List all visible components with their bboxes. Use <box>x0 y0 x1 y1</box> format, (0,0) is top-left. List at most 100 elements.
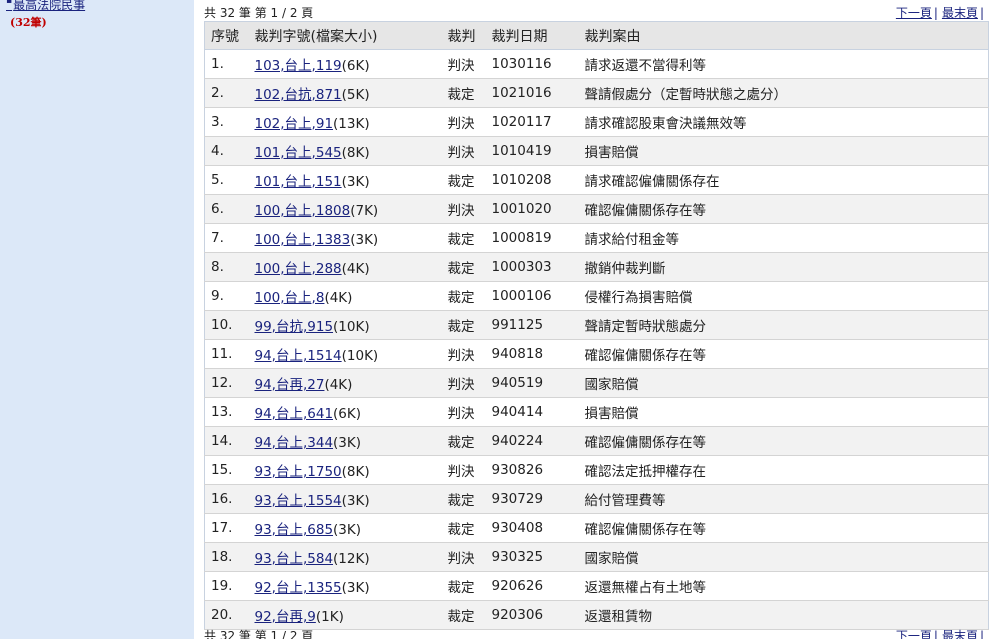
table-row: 1. 103,台上,119(6K) 判決 1030116 請求返還不當得利等 <box>204 49 989 79</box>
case-cell: 100,台上,1383(3K) <box>248 223 442 253</box>
row-number: 16. <box>204 484 249 514</box>
file-size: (1K) <box>315 609 344 625</box>
header-no: 序號 <box>204 21 249 50</box>
case-number-link[interactable]: 93,台上,1554 <box>255 493 342 509</box>
case-cell: 94,台上,1514(10K) <box>248 339 442 369</box>
case-number-link[interactable]: 101,台上,151 <box>255 174 342 190</box>
judgment-type: 判決 <box>441 397 486 427</box>
judgment-type: 裁定 <box>441 165 486 195</box>
case-number-link[interactable]: 103,台上,119 <box>255 58 342 74</box>
case-number-link[interactable]: 93,台上,685 <box>255 522 334 538</box>
table-row: 10. 99,台抗,915(10K) 裁定 991125 聲請定暫時狀態處分 <box>204 310 989 340</box>
next-page-link[interactable]: 下一頁 <box>896 6 932 20</box>
judgment-reason: 聲請假處分（定暫時狀態之處分） <box>578 78 989 108</box>
table-row: 16. 93,台上,1554(3K) 裁定 930729 給付管理費等 <box>204 484 989 514</box>
table-row: 13. 94,台上,641(6K) 判決 940414 損害賠償 <box>204 397 989 427</box>
file-size: (10K) <box>333 319 370 335</box>
file-size: (3K) <box>341 174 370 190</box>
table-row: 18. 93,台上,584(12K) 判決 930325 國家賠償 <box>204 542 989 572</box>
next-page-link-bottom[interactable]: 下一頁 <box>896 629 932 639</box>
file-size: (3K) <box>333 522 362 538</box>
judgment-reason: 損害賠償 <box>578 397 989 427</box>
judgment-reason: 返還租賃物 <box>578 600 989 630</box>
file-size: (4K) <box>324 290 353 306</box>
case-cell: 101,台上,151(3K) <box>248 165 442 195</box>
judgment-type: 裁定 <box>441 426 486 456</box>
case-number-link[interactable]: 93,台上,584 <box>255 551 334 567</box>
case-number-link[interactable]: 93,台上,1750 <box>255 464 342 480</box>
case-number-link[interactable]: 100,台上,8 <box>255 290 325 306</box>
judgment-type: 裁定 <box>441 252 486 282</box>
judgment-type: 判決 <box>441 368 486 398</box>
case-number-link[interactable]: 99,台抗,915 <box>255 319 334 335</box>
row-number: 7. <box>204 223 249 253</box>
case-cell: 102,台上,91(13K) <box>248 107 442 137</box>
case-number-link[interactable]: 102,台上,91 <box>255 116 334 132</box>
case-cell: 93,台上,1750(8K) <box>248 455 442 485</box>
case-cell: 92,台再,9(1K) <box>248 600 442 630</box>
case-number-link[interactable]: 101,台上,545 <box>255 145 342 161</box>
judgment-reason: 給付管理費等 <box>578 484 989 514</box>
pager-separator: | <box>933 629 938 639</box>
judgment-date: 1000106 <box>485 281 579 311</box>
table-row: 12. 94,台再,27(4K) 判決 940519 國家賠償 <box>204 368 989 398</box>
case-cell: 92,台上,1355(3K) <box>248 571 442 601</box>
case-number-link[interactable]: 94,台上,344 <box>255 435 334 451</box>
judgment-type: 判決 <box>441 107 486 137</box>
table-header-row: 序號 裁判字號(檔案大小) 裁判 裁判日期 裁判案由 <box>204 21 989 50</box>
result-count: 共 32 筆 第 1 / 2 頁 <box>204 6 314 20</box>
case-number-link[interactable]: 92,台再,9 <box>255 609 316 625</box>
sidebar-court-link[interactable]: ▪最高法院民事 <box>6 0 85 13</box>
file-size: (3K) <box>350 232 379 248</box>
case-number-link[interactable]: 94,台上,1514 <box>255 348 342 364</box>
judgment-type: 裁定 <box>441 78 486 108</box>
row-number: 4. <box>204 136 249 166</box>
pager-separator: | <box>979 629 984 639</box>
case-number-link[interactable]: 94,台再,27 <box>255 377 325 393</box>
row-number: 15. <box>204 455 249 485</box>
file-size: (6K) <box>341 58 370 74</box>
case-cell: 94,台再,27(4K) <box>248 368 442 398</box>
file-size: (3K) <box>333 435 362 451</box>
row-number: 6. <box>204 194 249 224</box>
table-row: 2. 102,台抗,871(5K) 裁定 1021016 聲請假處分（定暫時狀態之處分） <box>204 78 989 108</box>
table-row: 9. 100,台上,8(4K) 裁定 1000106 侵權行為損害賠償 <box>204 281 989 311</box>
row-number: 9. <box>204 281 249 311</box>
last-page-link[interactable]: 最末頁 <box>942 6 978 20</box>
row-number: 17. <box>204 513 249 543</box>
row-number: 13. <box>204 397 249 427</box>
judgment-reason: 國家賠償 <box>578 542 989 572</box>
table-row: 4. 101,台上,545(8K) 判決 1010419 損害賠償 <box>204 136 989 166</box>
judgment-date: 1001020 <box>485 194 579 224</box>
case-number-link[interactable]: 94,台上,641 <box>255 406 334 422</box>
judgment-type: 判決 <box>441 49 486 79</box>
judgment-date: 1000303 <box>485 252 579 282</box>
judgment-type: 判決 <box>441 542 486 572</box>
table-row: 3. 102,台上,91(13K) 判決 1020117 請求確認股東會決議無效等 <box>204 107 989 137</box>
header-type: 裁判 <box>441 21 486 50</box>
file-size: (3K) <box>341 580 370 596</box>
judgment-reason: 確認僱傭關係存在等 <box>578 194 989 224</box>
row-number: 12. <box>204 368 249 398</box>
judgment-reason: 請求返還不當得利等 <box>578 49 989 79</box>
judgment-date: 940224 <box>485 426 579 456</box>
judgment-reason: 返還無權占有土地等 <box>578 571 989 601</box>
judgment-date: 930408 <box>485 513 579 543</box>
judgment-date: 1000819 <box>485 223 579 253</box>
case-cell: 93,台上,685(3K) <box>248 513 442 543</box>
judgment-type: 裁定 <box>441 600 486 630</box>
case-number-link[interactable]: 100,台上,1383 <box>255 232 351 248</box>
case-number-link[interactable]: 102,台抗,871 <box>255 87 342 103</box>
judgment-date: 1020117 <box>485 107 579 137</box>
row-number: 1. <box>204 49 249 79</box>
last-page-link-bottom[interactable]: 最末頁 <box>942 629 978 639</box>
case-number-link[interactable]: 100,台上,1808 <box>255 203 351 219</box>
case-number-link[interactable]: 100,台上,288 <box>255 261 342 277</box>
case-number-link[interactable]: 92,台上,1355 <box>255 580 342 596</box>
case-cell: 100,台上,1808(7K) <box>248 194 442 224</box>
judgment-date: 1021016 <box>485 78 579 108</box>
sidebar-court-count: (32筆) <box>10 16 47 29</box>
table-row: 15. 93,台上,1750(8K) 判決 930826 確認法定抵押權存在 <box>204 455 989 485</box>
judgment-date: 920626 <box>485 571 579 601</box>
results-body: 1. 103,台上,119(6K) 判決 1030116 請求返還不當得利等 2. 102,… <box>204 49 989 630</box>
